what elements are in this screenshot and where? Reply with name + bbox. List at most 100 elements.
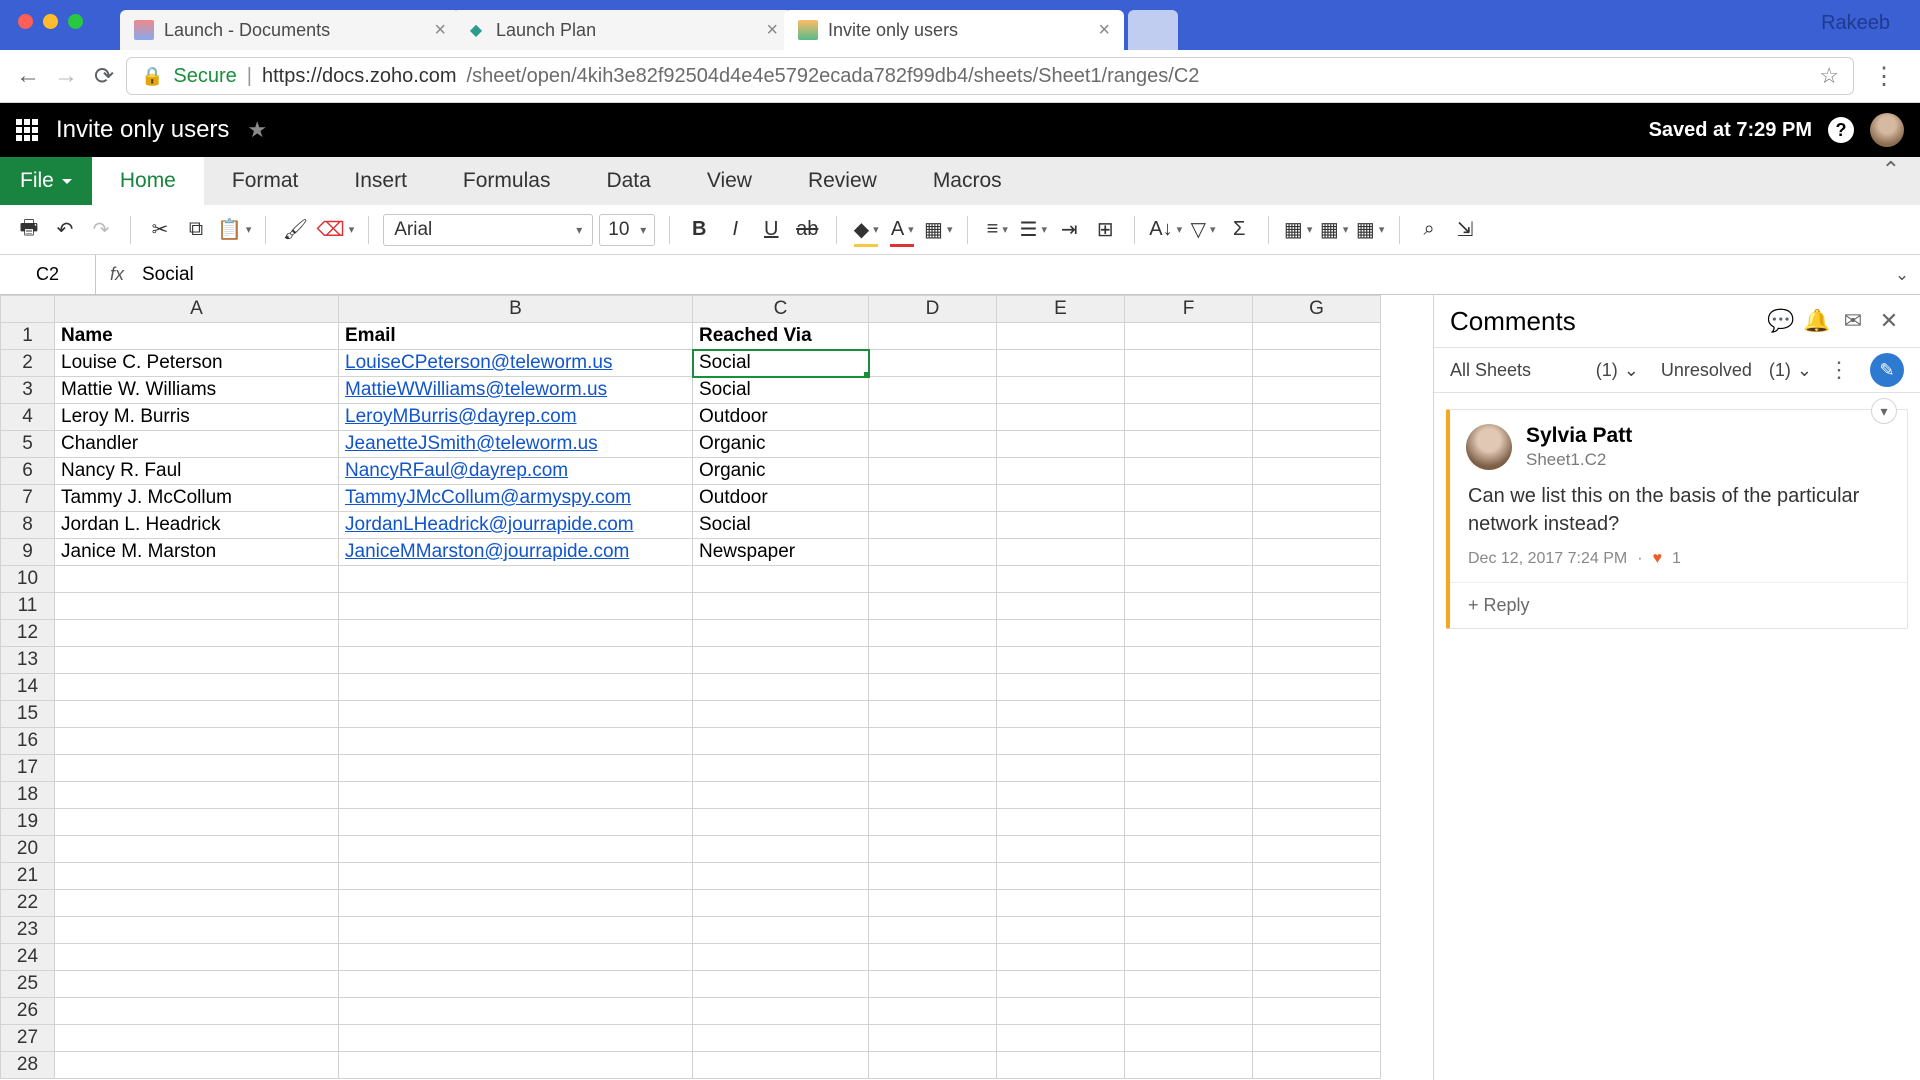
cell-D28[interactable] (869, 1052, 997, 1079)
cell-E4[interactable] (997, 404, 1125, 431)
cell-E9[interactable] (997, 539, 1125, 566)
cell-D20[interactable] (869, 836, 997, 863)
cell-B16[interactable] (339, 728, 693, 755)
row-header[interactable]: 15 (1, 701, 55, 728)
cell-B2[interactable]: LouiseCPeterson@teleworm.us (339, 350, 693, 377)
undo-icon[interactable]: ↶ (50, 215, 80, 245)
cell-A7[interactable]: Tammy J. McCollum (55, 485, 339, 512)
cell-D13[interactable] (869, 647, 997, 674)
cell-D23[interactable] (869, 917, 997, 944)
cell-F10[interactable] (1125, 566, 1253, 593)
cell-B26[interactable] (339, 998, 693, 1025)
cell-E19[interactable] (997, 809, 1125, 836)
cell-D5[interactable] (869, 431, 997, 458)
underline-icon[interactable]: U (756, 215, 786, 245)
font-family-select[interactable]: Arial▾ (383, 214, 593, 246)
cell-A4[interactable]: Leroy M. Burris (55, 404, 339, 431)
cell-F4[interactable] (1125, 404, 1253, 431)
cell-F19[interactable] (1125, 809, 1253, 836)
help-icon[interactable]: ? (1828, 117, 1854, 143)
cell-A3[interactable]: Mattie W. Williams (55, 377, 339, 404)
chrome-profile-name[interactable]: Rakeeb (1821, 0, 1920, 35)
cell-E26[interactable] (997, 998, 1125, 1025)
formula-input[interactable]: Social (138, 264, 1884, 286)
cell-G26[interactable] (1253, 998, 1381, 1025)
cell-F7[interactable] (1125, 485, 1253, 512)
cell-E5[interactable] (997, 431, 1125, 458)
cell-C23[interactable] (693, 917, 869, 944)
row-header[interactable]: 21 (1, 863, 55, 890)
row-header[interactable]: 5 (1, 431, 55, 458)
cell-D14[interactable] (869, 674, 997, 701)
cell-C1[interactable]: Reached Via (693, 323, 869, 350)
reload-button[interactable]: ⟳ (88, 60, 120, 92)
cell-B17[interactable] (339, 755, 693, 782)
column-header-C[interactable]: C (693, 296, 869, 323)
menu-data[interactable]: Data (578, 157, 678, 205)
cell-A9[interactable]: Janice M. Marston (55, 539, 339, 566)
cell-C15[interactable] (693, 701, 869, 728)
filter-scope-count[interactable]: (1) ⌄ (1596, 360, 1639, 381)
cell-F13[interactable] (1125, 647, 1253, 674)
close-tab-icon[interactable]: × (766, 20, 778, 40)
expand-formula-icon[interactable]: ⌄ (1884, 265, 1920, 285)
row-header[interactable]: 14 (1, 674, 55, 701)
row-header[interactable]: 7 (1, 485, 55, 512)
row-header[interactable]: 22 (1, 890, 55, 917)
cell-C11[interactable] (693, 593, 869, 620)
cell-E22[interactable] (997, 890, 1125, 917)
cell-B22[interactable] (339, 890, 693, 917)
row-header[interactable]: 8 (1, 512, 55, 539)
fullscreen-window-button[interactable] (68, 14, 83, 29)
cell-E28[interactable] (997, 1052, 1125, 1079)
column-header-F[interactable]: F (1125, 296, 1253, 323)
cell-G28[interactable] (1253, 1052, 1381, 1079)
cell-E13[interactable] (997, 647, 1125, 674)
cell-G14[interactable] (1253, 674, 1381, 701)
cell-A10[interactable] (55, 566, 339, 593)
cell-D16[interactable] (869, 728, 997, 755)
strikethrough-icon[interactable]: ab (792, 215, 822, 245)
cell-B27[interactable] (339, 1025, 693, 1052)
row-header[interactable]: 3 (1, 377, 55, 404)
cell-E10[interactable] (997, 566, 1125, 593)
cell-C5[interactable]: Organic (693, 431, 869, 458)
cell-B3[interactable]: MattieWWilliams@teleworm.us (339, 377, 693, 404)
cell-D2[interactable] (869, 350, 997, 377)
column-header-E[interactable]: E (997, 296, 1125, 323)
cell-C7[interactable]: Outdoor (693, 485, 869, 512)
cell-F22[interactable] (1125, 890, 1253, 917)
filter-more-icon[interactable]: ⋮ (1824, 355, 1854, 385)
fill-color-icon[interactable]: ◆ (851, 215, 881, 245)
cell-G11[interactable] (1253, 593, 1381, 620)
cell-D22[interactable] (869, 890, 997, 917)
cell-A5[interactable]: Chandler (55, 431, 339, 458)
name-box[interactable]: C2 (0, 255, 96, 294)
row-header[interactable]: 19 (1, 809, 55, 836)
cell-A27[interactable] (55, 1025, 339, 1052)
cell-F12[interactable] (1125, 620, 1253, 647)
forward-button[interactable]: → (50, 60, 82, 92)
cell-B9[interactable]: JaniceMMarston@jourrapide.com (339, 539, 693, 566)
browser-tab[interactable]: ◆ Launch Plan × (452, 10, 792, 50)
cell-D8[interactable] (869, 512, 997, 539)
cell-B28[interactable] (339, 1052, 693, 1079)
column-header-B[interactable]: B (339, 296, 693, 323)
cell-B21[interactable] (339, 863, 693, 890)
cell-A18[interactable] (55, 782, 339, 809)
cell-A19[interactable] (55, 809, 339, 836)
cell-D19[interactable] (869, 809, 997, 836)
cell-D25[interactable] (869, 971, 997, 998)
row-header[interactable]: 10 (1, 566, 55, 593)
sort-icon[interactable]: A↓ (1149, 215, 1182, 245)
cell-C24[interactable] (693, 944, 869, 971)
mail-icon[interactable]: ✉ (1838, 306, 1868, 336)
cell-C25[interactable] (693, 971, 869, 998)
cell-B24[interactable] (339, 944, 693, 971)
cell-C8[interactable]: Social (693, 512, 869, 539)
cell-A11[interactable] (55, 593, 339, 620)
menu-format[interactable]: Format (204, 157, 327, 205)
filter-scope[interactable]: All Sheets (1450, 360, 1531, 381)
cell-F16[interactable] (1125, 728, 1253, 755)
insert-rows-icon[interactable]: ▦ (1283, 215, 1313, 245)
